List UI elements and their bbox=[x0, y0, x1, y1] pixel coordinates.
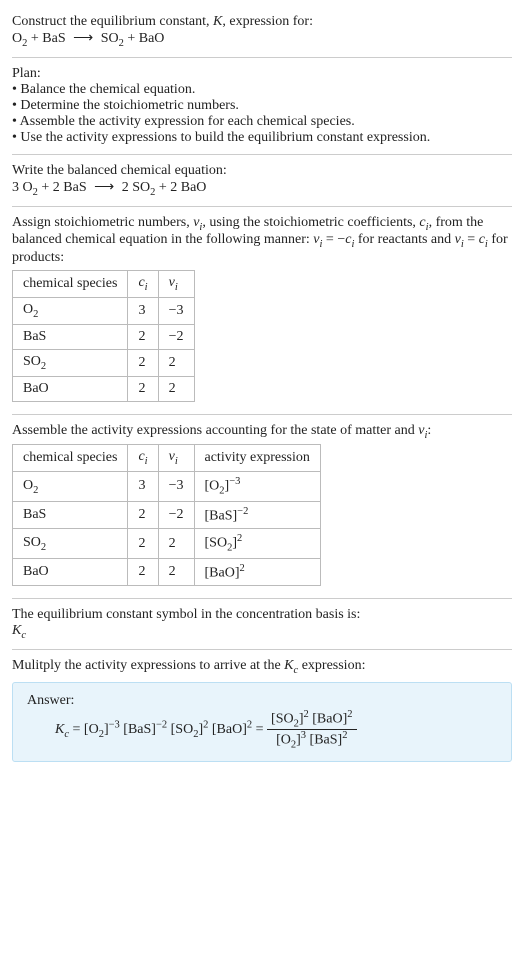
col-species: chemical species bbox=[13, 271, 128, 298]
table-row: BaO 2 2 [BaO]2 bbox=[13, 558, 321, 586]
stoich-table: chemical species ci νi O2 3 −3 BaS 2 −2 … bbox=[12, 270, 195, 401]
col-ci: ci bbox=[128, 271, 158, 298]
col-nui: νi bbox=[158, 445, 194, 472]
species-so2: SO2 bbox=[97, 31, 124, 46]
symbol-section: The equilibrium constant symbol in the c… bbox=[12, 601, 512, 647]
stoich-section: Assign stoichiometric numbers, νi, using… bbox=[12, 209, 512, 412]
prompt-text-1: Construct the equilibrium constant, bbox=[12, 14, 213, 29]
answer-label: Answer: bbox=[27, 693, 497, 709]
reaction-equation: O2 + BaS ⟶ SO2 + BaO bbox=[12, 31, 164, 46]
divider bbox=[12, 206, 512, 207]
multiply-text: Mulitply the activity expressions to arr… bbox=[12, 658, 512, 676]
col-ci: ci bbox=[128, 445, 158, 472]
answer-fraction: [SO2]2 [BaO]2[O2]3 [BaS]2 bbox=[267, 709, 356, 751]
table-row: BaS 2 −2 bbox=[13, 324, 195, 349]
table-row: SO2 2 2 bbox=[13, 349, 195, 376]
plan-title: Plan: bbox=[12, 66, 512, 82]
plan-bullet-3: • Assemble the activity expression for e… bbox=[12, 114, 512, 130]
multiply-section: Mulitply the activity expressions to arr… bbox=[12, 652, 512, 768]
balanced-title: Write the balanced chemical equation: bbox=[12, 163, 512, 179]
divider bbox=[12, 649, 512, 650]
species-o2: O2 bbox=[12, 31, 27, 46]
activity-table: chemical species ci νi activity expressi… bbox=[12, 444, 321, 586]
stoich-intro: Assign stoichiometric numbers, νi, using… bbox=[12, 215, 512, 267]
reaction-arrow: ⟶ bbox=[90, 179, 118, 196]
table-row: O2 3 −3 [O2]−3 bbox=[13, 472, 321, 501]
divider bbox=[12, 414, 512, 415]
table-row: SO2 2 2 [SO2]2 bbox=[13, 529, 321, 558]
table-header-row: chemical species ci νi activity expressi… bbox=[13, 445, 321, 472]
plan-section: Plan: • Balance the chemical equation. •… bbox=[12, 60, 512, 152]
balanced-equation: 3 O2 + 2 BaS ⟶ 2 SO2 + 2 BaO bbox=[12, 179, 512, 198]
activity-intro: Assemble the activity expressions accoun… bbox=[12, 423, 512, 441]
prompt-header: Construct the equilibrium constant, K, e… bbox=[12, 8, 512, 55]
prompt-text-2: , expression for: bbox=[222, 14, 313, 29]
divider bbox=[12, 154, 512, 155]
balanced-section: Write the balanced chemical equation: 3 … bbox=[12, 157, 512, 204]
col-nui: νi bbox=[158, 271, 194, 298]
kc-symbol: Kc bbox=[12, 623, 512, 641]
plan-bullet-4: • Use the activity expressions to build … bbox=[12, 130, 512, 146]
reaction-arrow: ⟶ bbox=[69, 30, 97, 47]
table-row: BaO 2 2 bbox=[13, 376, 195, 401]
table-row: BaS 2 −2 [BaS]−2 bbox=[13, 501, 321, 529]
divider bbox=[12, 598, 512, 599]
table-row: O2 3 −3 bbox=[13, 297, 195, 324]
activity-section: Assemble the activity expressions accoun… bbox=[12, 417, 512, 597]
plan-bullet-2: • Determine the stoichiometric numbers. bbox=[12, 98, 512, 114]
k-symbol: K bbox=[213, 14, 222, 29]
table-header-row: chemical species ci νi bbox=[13, 271, 195, 298]
plan-bullet-1: • Balance the chemical equation. bbox=[12, 82, 512, 98]
answer-box: Answer: Kc = [O2]−3 [BaS]−2 [SO2]2 [BaO]… bbox=[12, 682, 512, 762]
answer-expression: Kc = [O2]−3 [BaS]−2 [SO2]2 [BaO]2 = [SO2… bbox=[27, 709, 497, 751]
divider bbox=[12, 57, 512, 58]
col-activity: activity expression bbox=[194, 445, 320, 472]
symbol-text: The equilibrium constant symbol in the c… bbox=[12, 607, 512, 623]
col-species: chemical species bbox=[13, 445, 128, 472]
